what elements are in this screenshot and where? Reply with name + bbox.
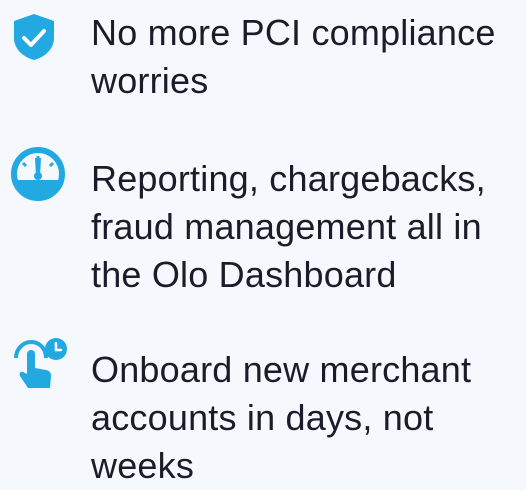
feature-text: Reporting, chargebacks, fraud management… [91,158,486,295]
feature-text: Onboard new merchant accounts in days, n… [91,349,472,486]
tap-clock-icon [10,336,67,390]
feature-text: No more PCI compliance worries [91,12,496,101]
shield-check-icon [10,12,64,66]
speedometer-icon [10,146,65,201]
